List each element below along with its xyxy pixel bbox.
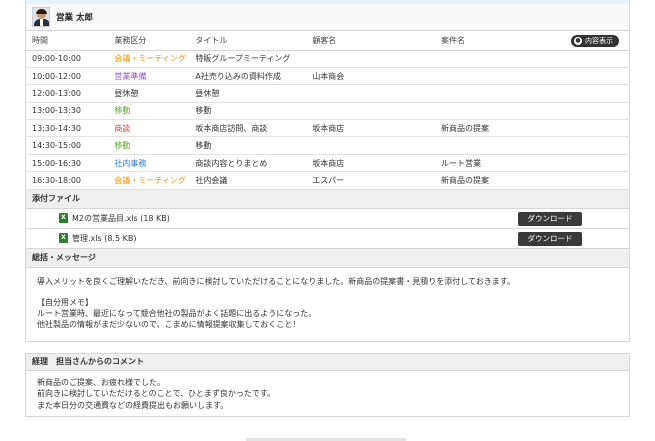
cell-client: エスパー xyxy=(306,171,435,190)
cell-title: 特販グループミーティング xyxy=(189,50,307,68)
eye-icon: ● xyxy=(574,37,582,45)
cell-case xyxy=(434,84,630,103)
summary-line: ルート営業時、最近になって競合他社の製品がよく話題に出るようになった。 xyxy=(37,308,317,318)
cell-title: 坂本商店訪問、商談 xyxy=(189,119,307,138)
cell-time: 09:00-10:00 xyxy=(25,50,109,68)
cell-client: 坂本商店 xyxy=(306,119,435,138)
cell-title: 移動 xyxy=(189,102,307,121)
cell-time: 13:00-13:30 xyxy=(25,102,109,121)
user-bar: 営業 太郎 xyxy=(25,4,630,31)
schedule-row: 10:00-12:00 営業準備 A社売り込みの資料作成 山本商会 xyxy=(25,67,630,86)
schedule-header-row: 時間 業務区分 タイトル 顧客名 案件名 ● 内容表示 xyxy=(25,31,630,51)
user-name: 営業 太郎 xyxy=(56,13,93,23)
cell-client xyxy=(306,102,435,121)
avatar xyxy=(32,7,50,27)
schedule-row: 12:00-13:00 昼休憩 昼休憩 xyxy=(25,84,630,103)
cell-title: 昼休憩 xyxy=(189,84,307,103)
cell-title: 移動 xyxy=(189,136,307,155)
header-case-label: 案件名 xyxy=(440,35,465,45)
cell-type: 会議・ミーティング xyxy=(108,50,190,68)
comment-message: 新商品のご提案、お疲れ様でした。 前向きに検討していただけるとのことで、ひとまず… xyxy=(25,370,630,417)
schedule-row: 15:00-16:30 社内事務 商談内容とりまとめ 坂本商店 ルート営業 xyxy=(25,154,630,173)
comment-heading: 経理 担当さんからのコメント xyxy=(25,352,630,371)
comment-line: また本日分の交通費などの経費提出もお願いします。 xyxy=(37,400,229,410)
attachment-row: X 管理.xls (8.5 KB) ダウンロード xyxy=(25,228,630,249)
header-title: タイトル xyxy=(189,31,307,51)
cell-client xyxy=(306,84,435,103)
summary-line: 導入メリットを良くご理解いただき、前向きに検討していただけることになりました。新… xyxy=(37,276,515,286)
cell-client: 山本商会 xyxy=(306,67,435,86)
cell-time: 14:30-15:00 xyxy=(25,136,109,155)
header-case: 案件名 ● 内容表示 xyxy=(434,31,630,51)
cell-time: 10:00-12:00 xyxy=(25,67,109,86)
schedule-table: 時間 業務区分 タイトル 顧客名 案件名 ● 内容表示 09:00-10:00 会… xyxy=(25,31,630,190)
attachment-name[interactable]: M2の営業品目.xls (18 KB) xyxy=(72,213,170,224)
download-button[interactable]: ダウンロード xyxy=(518,231,582,246)
cell-type: 商談 xyxy=(108,119,190,138)
comment-line: 前向きに検討していただけるとのことで、ひとまず良かったです。 xyxy=(37,389,276,399)
header-type: 業務区分 xyxy=(108,31,190,51)
cell-time: 12:00-13:00 xyxy=(25,84,109,103)
cell-client xyxy=(306,136,435,155)
schedule-row: 13:00-13:30 移動 移動 xyxy=(25,102,630,121)
daily-report-panel: 営業 太郎 時間 業務区分 タイトル 顧客名 案件名 ● 内容表示 09:00-… xyxy=(25,0,630,417)
cell-case: 新商品の提案 xyxy=(434,119,630,138)
cell-case xyxy=(434,136,630,155)
attachment-name[interactable]: 管理.xls (8.5 KB) xyxy=(72,233,136,244)
show-details-button[interactable]: ● 内容表示 xyxy=(571,35,619,47)
cell-type: 営業準備 xyxy=(108,67,190,86)
cell-type: 昼休憩 xyxy=(108,84,190,103)
show-details-label: 内容表示 xyxy=(585,37,613,45)
excel-file-icon: X xyxy=(59,213,68,224)
header-time: 時間 xyxy=(25,31,109,51)
summary-message: 導入メリットを良くご理解いただき、前向きに検討していただけることになりました。新… xyxy=(25,267,630,342)
download-button[interactable]: ダウンロード xyxy=(518,211,582,226)
summary-heading: 総括・メッセージ xyxy=(25,248,630,268)
cell-type: 会議・ミーティング xyxy=(108,171,190,190)
summary-line: 【自分用メモ】 xyxy=(37,297,93,307)
schedule-row: 09:00-10:00 会議・ミーティング 特販グループミーティング xyxy=(25,50,630,68)
schedule-row: 14:30-15:00 移動 移動 xyxy=(25,136,630,155)
cell-type: 移動 xyxy=(108,136,190,155)
cell-type: 社内事務 xyxy=(108,154,190,173)
cell-title: 社内会議 xyxy=(189,171,307,190)
comment-line: 新商品のご提案、お疲れ様でした。 xyxy=(37,377,165,387)
cell-type: 移動 xyxy=(108,102,190,121)
cell-case xyxy=(434,102,630,121)
attachment-row: X M2の営業品目.xls (18 KB) ダウンロード xyxy=(25,208,630,229)
cell-client xyxy=(306,50,435,68)
cell-client: 坂本商店 xyxy=(306,154,435,173)
cell-title: A社売り込みの資料作成 xyxy=(189,67,307,86)
cell-time: 16:30-18:00 xyxy=(25,171,109,190)
cell-time: 15:00-16:30 xyxy=(25,154,109,173)
cell-case xyxy=(434,67,630,86)
cell-case: 新商品の提案 xyxy=(434,171,630,190)
cell-title: 商談内容とりまとめ xyxy=(189,154,307,173)
header-client: 顧客名 xyxy=(306,31,435,51)
cell-case xyxy=(434,50,630,68)
attachments-heading: 添付ファイル xyxy=(25,189,630,209)
cell-time: 13:30-14:30 xyxy=(25,119,109,138)
schedule-row: 16:30-18:00 会議・ミーティング 社内会議 エスパー 新商品の提案 xyxy=(25,171,630,190)
excel-file-icon: X xyxy=(59,233,68,244)
schedule-row: 13:30-14:30 商談 坂本商店訪問、商談 坂本商店 新商品の提案 xyxy=(25,119,630,138)
cell-case: ルート営業 xyxy=(434,154,630,173)
summary-line: 他社製品の情報がまだ少ないので、こまめに情報提案収集しておくこと！ xyxy=(37,319,301,329)
